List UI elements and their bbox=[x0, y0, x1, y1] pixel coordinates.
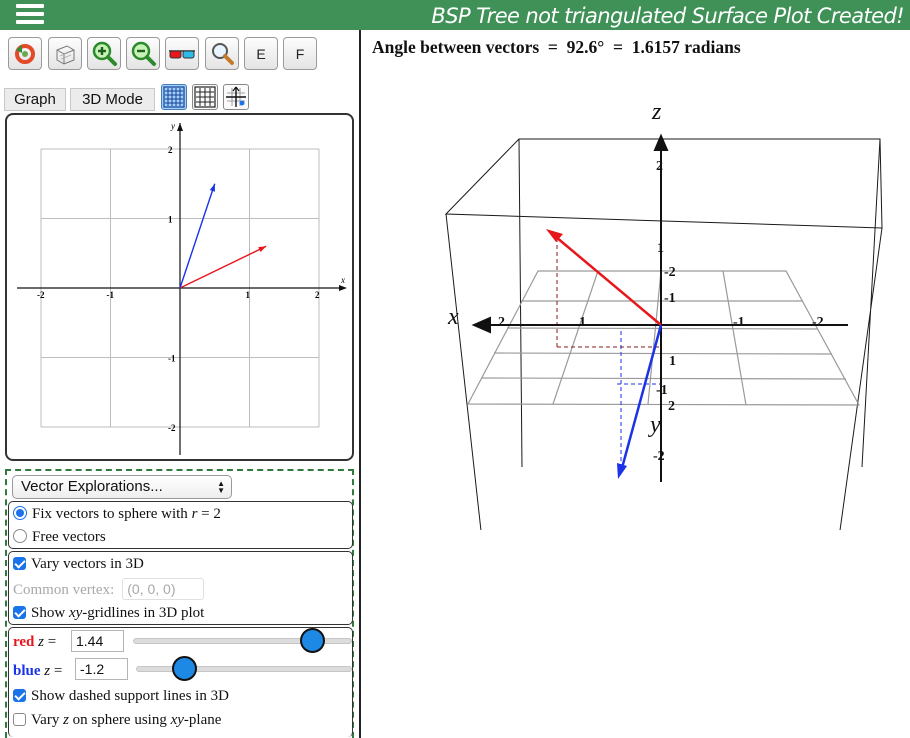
x-label-2d: x bbox=[340, 275, 345, 285]
controls-panel: Vector Explorations... ▲ ▼ Fix vectors to… bbox=[5, 469, 354, 738]
select-label: Vector Explorations... bbox=[21, 478, 163, 495]
svg-text:-1: -1 bbox=[656, 383, 668, 398]
zoom-in-icon bbox=[92, 41, 117, 66]
blue-z-label: blue z = bbox=[13, 663, 63, 679]
hamburger-menu-icon[interactable] bbox=[14, 4, 46, 26]
svg-text:-1: -1 bbox=[733, 315, 745, 330]
z-arrowhead-3d bbox=[653, 133, 669, 151]
fix-sphere-option[interactable]: Fix vectors to sphere with r = 2 bbox=[13, 504, 221, 524]
zoom-out-button[interactable] bbox=[126, 37, 160, 70]
grid-axes-button[interactable] bbox=[223, 84, 249, 110]
dashed-lines-checkbox[interactable] bbox=[13, 689, 26, 702]
x-tick-label: -1 bbox=[107, 290, 115, 300]
grid-plain-icon bbox=[194, 86, 216, 108]
svg-text:1: 1 bbox=[657, 241, 664, 256]
common-vertex-label: Common vertex: bbox=[13, 582, 115, 598]
vector-mode-group: Fix vectors to sphere with r = 2 Free ve… bbox=[8, 501, 353, 549]
blue-z-input[interactable]: -1.2 bbox=[75, 658, 128, 680]
red-arrowhead-2d bbox=[258, 246, 267, 253]
blue-vector-2d[interactable] bbox=[179, 183, 216, 289]
free-vectors-option[interactable]: Free vectors bbox=[13, 527, 106, 547]
grid-labeled-button[interactable] bbox=[161, 84, 187, 110]
vary-3d-group: Vary vectors in 3D Common vertex: (0, 0, … bbox=[8, 551, 353, 625]
magnifier-button[interactable] bbox=[205, 37, 239, 70]
z-values-group: red z = 1.44 blue z = -1.2 Show dashed s… bbox=[8, 627, 353, 737]
vary-z-option[interactable]: Vary z on sphere using xy-plane bbox=[13, 710, 221, 730]
svg-text:-2: -2 bbox=[664, 265, 676, 280]
red-vector-3d[interactable] bbox=[546, 229, 662, 326]
vector-explorations-select[interactable]: Vector Explorations... ▲ ▼ bbox=[12, 475, 232, 499]
y-label-2d: y bbox=[170, 121, 175, 131]
select-updown-icon: ▲ ▼ bbox=[217, 479, 225, 495]
grid-axes-icon bbox=[226, 86, 246, 107]
fix-sphere-radio[interactable] bbox=[13, 506, 27, 520]
red-z-label: red z = bbox=[13, 634, 57, 650]
svg-text:2: 2 bbox=[668, 399, 675, 414]
graph-2d-canvas[interactable]: x y -2 -1 1 2 2 1 -1 -2 bbox=[7, 115, 352, 459]
f-button[interactable]: F bbox=[283, 37, 317, 70]
axes-3d bbox=[471, 133, 848, 482]
svg-text:1: 1 bbox=[579, 315, 586, 330]
box-3d-icon bbox=[56, 44, 75, 65]
y-arrowhead-2d bbox=[177, 123, 183, 131]
svg-text:2: 2 bbox=[498, 315, 505, 330]
graph-mode-button[interactable]: Graph bbox=[4, 88, 66, 111]
vary-z-checkbox[interactable] bbox=[13, 713, 26, 726]
free-vectors-radio[interactable] bbox=[13, 529, 27, 543]
reset-view-button[interactable] bbox=[8, 37, 42, 70]
red-z-slider-thumb[interactable] bbox=[300, 628, 325, 653]
x-tick-label: -2 bbox=[37, 290, 45, 300]
header-bar: BSP Tree not triangulated Surface Plot C… bbox=[0, 0, 910, 30]
blue-z-slider-thumb[interactable] bbox=[172, 656, 197, 681]
x-tick-label: 1 bbox=[246, 290, 251, 300]
e-button[interactable]: E bbox=[244, 37, 278, 70]
magnifier-icon bbox=[212, 42, 234, 65]
vectors-2d[interactable] bbox=[179, 183, 267, 289]
svg-text:-1: -1 bbox=[664, 291, 676, 306]
grid-plain-button[interactable] bbox=[192, 84, 218, 110]
3d-glasses-icon bbox=[169, 49, 195, 58]
svg-text:-2: -2 bbox=[812, 315, 824, 330]
show-grid-option[interactable]: Show xy-gridlines in 3D plot bbox=[13, 603, 204, 623]
common-vertex-field: (0, 0, 0) bbox=[122, 578, 205, 600]
angle-readout: Angle between vectors = 92.6° = 1.6157 r… bbox=[372, 37, 741, 57]
3d-glasses-button[interactable] bbox=[165, 37, 199, 70]
zoom-out-icon bbox=[131, 41, 156, 66]
y-tick-label: -1 bbox=[168, 354, 176, 364]
dashed-support-lines bbox=[556, 238, 661, 467]
blue-z-slider-track[interactable] bbox=[136, 666, 352, 672]
common-vertex-row: Common vertex: (0, 0, 0) bbox=[13, 578, 205, 600]
x-arrowhead-2d bbox=[339, 285, 347, 291]
status-message: BSP Tree not triangulated Surface Plot C… bbox=[431, 4, 904, 28]
vary-3d-checkbox[interactable] bbox=[13, 557, 26, 570]
zoom-in-button[interactable] bbox=[87, 37, 121, 70]
svg-text:1: 1 bbox=[669, 354, 676, 369]
x-tick-label: 2 bbox=[315, 290, 320, 300]
panel-divider[interactable] bbox=[359, 30, 361, 738]
x-arrowhead-3d bbox=[471, 316, 491, 334]
y-axis-label: y bbox=[648, 412, 661, 438]
3d-mode-button[interactable]: 3D Mode bbox=[70, 88, 155, 111]
y-tick-label: 1 bbox=[168, 215, 173, 225]
reset-view-icon bbox=[15, 43, 35, 64]
vary-3d-option[interactable]: Vary vectors in 3D bbox=[13, 554, 144, 574]
graph-2d-panel[interactable]: x y -2 -1 1 2 2 1 -1 -2 bbox=[5, 113, 354, 461]
svg-text:2: 2 bbox=[656, 159, 663, 174]
axis-labels-3d: z x y bbox=[447, 99, 662, 438]
box-3d-button[interactable] bbox=[48, 37, 82, 70]
svg-text:-2: -2 bbox=[653, 449, 665, 464]
red-vector-2d[interactable] bbox=[179, 245, 267, 289]
z-axis-label: z bbox=[651, 99, 662, 125]
y-tick-label: 2 bbox=[168, 145, 173, 155]
show-grid-checkbox[interactable] bbox=[13, 606, 26, 619]
blue-arrowhead-2d bbox=[209, 183, 215, 192]
dashed-lines-option[interactable]: Show dashed support lines in 3D bbox=[13, 686, 229, 706]
red-z-input[interactable]: 1.44 bbox=[71, 630, 124, 652]
grid-labeled-icon bbox=[163, 86, 185, 108]
plot-3d-canvas[interactable]: 2 1 2 1 -1 -2 -2 -1 1 -1 2 -2 z x y bbox=[362, 60, 907, 530]
y-tick-label: -2 bbox=[168, 423, 176, 433]
x-axis-label: x bbox=[447, 304, 459, 330]
bounding-box-3d bbox=[444, 138, 883, 530]
ticks-2d: -2 -1 1 2 2 1 -1 -2 bbox=[37, 145, 320, 433]
